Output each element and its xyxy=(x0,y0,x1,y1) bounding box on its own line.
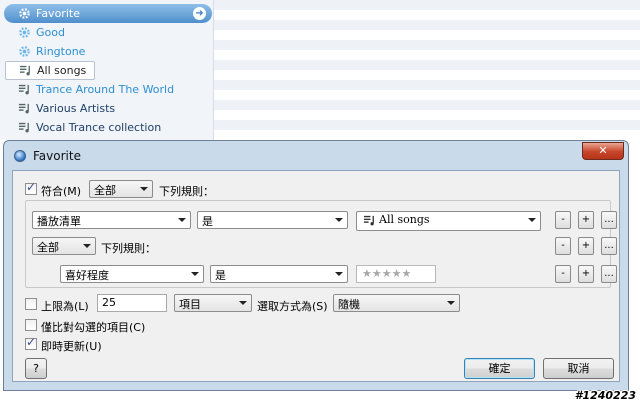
arrow-right-icon[interactable]: ➜ xyxy=(193,7,206,20)
rule2-nest-button[interactable]: ... xyxy=(601,265,617,283)
chevron-down-icon xyxy=(83,244,91,248)
rule1-nest-button[interactable]: ... xyxy=(601,211,617,229)
rule2-operator-combo[interactable]: 是 xyxy=(210,265,348,283)
sidebar: Favorite ➜ Good Ringtone All songs Tranc… xyxy=(0,0,214,140)
sidebar-item-all-songs[interactable]: All songs xyxy=(5,61,95,80)
rule2-remove-button[interactable]: - xyxy=(555,265,571,283)
playlist-icon xyxy=(17,121,31,135)
rule1-value: All songs xyxy=(379,213,430,226)
sidebar-item-good[interactable]: Good xyxy=(0,23,212,42)
match-suffix: 下列規則： xyxy=(159,185,214,198)
match-combo[interactable]: 全部 xyxy=(89,180,153,198)
match-combo-value: 全部 xyxy=(94,184,116,197)
chevron-down-icon xyxy=(335,272,343,276)
rule2-operator-value: 是 xyxy=(215,269,226,282)
select-by-combo[interactable]: 隨機 xyxy=(333,294,460,312)
live-update-checkbox[interactable] xyxy=(25,335,37,350)
rule2-add-button[interactable]: + xyxy=(578,265,594,283)
rule2-field-value: 喜好程度 xyxy=(65,269,109,282)
ok-button[interactable]: 確定 xyxy=(464,358,535,379)
close-button[interactable]: ✕ xyxy=(582,142,624,160)
sidebar-item-ringtone[interactable]: Ringtone xyxy=(0,42,212,61)
match-checkbox[interactable] xyxy=(25,180,37,195)
rule1-operator-combo[interactable]: 是 xyxy=(197,211,348,229)
rating-stars[interactable]: ★★★★★ xyxy=(356,265,436,283)
limit-unit-value: 項目 xyxy=(179,298,201,311)
playlist-icon xyxy=(17,102,31,116)
sidebar-item-label: Ringtone xyxy=(36,45,86,58)
rule1-value-combo[interactable]: All songs xyxy=(356,211,541,231)
dialog-titlebar[interactable]: Favorite ✕ xyxy=(4,141,628,170)
select-by-label: 選取方式為(S) xyxy=(257,300,328,313)
sidebar-item-label: Good xyxy=(36,26,65,39)
group-remove-button[interactable]: - xyxy=(555,237,571,255)
group-nest-button[interactable]: ... xyxy=(601,237,617,255)
dialog-title: Favorite xyxy=(33,149,81,163)
cancel-button[interactable]: 取消 xyxy=(543,358,614,379)
rule2-field-combo[interactable]: 喜好程度 xyxy=(60,265,204,283)
sidebar-item-label: Trance Around The World xyxy=(36,83,175,96)
live-update-label: 即時更新(U) xyxy=(41,340,102,353)
playlist-icon xyxy=(18,64,32,78)
rule1-add-button[interactable]: + xyxy=(578,211,594,229)
limit-unit-combo[interactable]: 項目 xyxy=(174,294,252,312)
chevron-down-icon xyxy=(239,301,247,305)
chevron-down-icon xyxy=(335,218,343,222)
playlist-icon xyxy=(17,83,31,97)
sidebar-item-trance-around-the-world[interactable]: Trance Around The World xyxy=(0,80,212,99)
itunes-icon xyxy=(14,150,26,162)
sidebar-item-various-artists[interactable]: Various Artists xyxy=(0,99,212,118)
chevron-down-icon xyxy=(528,218,536,222)
help-button[interactable]: ? xyxy=(25,358,47,379)
sidebar-item-label: Favorite xyxy=(36,7,80,20)
sidebar-item-vocal-trance-collection[interactable]: Vocal Trance collection xyxy=(0,118,212,137)
gear-icon xyxy=(17,26,31,40)
select-by-value: 隨機 xyxy=(338,298,360,311)
playlist-icon xyxy=(363,214,376,230)
checked-only-label: 僅比對勾選的項目(C) xyxy=(41,321,146,334)
song-list-background xyxy=(214,0,640,140)
limit-label: 上限為(L) xyxy=(41,300,89,313)
rule1-field-combo[interactable]: 播放清單 xyxy=(32,211,191,229)
rule1-remove-button[interactable]: - xyxy=(555,211,571,229)
checked-only-checkbox[interactable] xyxy=(25,319,37,331)
chevron-down-icon xyxy=(140,187,148,191)
group-add-button[interactable]: + xyxy=(578,237,594,255)
match-label: 符合(M) xyxy=(41,185,82,198)
sidebar-item-label: Vocal Trance collection xyxy=(36,121,162,134)
chevron-down-icon xyxy=(447,301,455,305)
group-suffix: 下列規則： xyxy=(101,242,156,255)
sidebar-item-favorite[interactable]: Favorite ➜ xyxy=(4,4,212,23)
gear-icon xyxy=(17,45,31,59)
rule1-operator-value: 是 xyxy=(202,215,213,228)
chevron-down-icon xyxy=(178,218,186,222)
sidebar-item-label: Various Artists xyxy=(36,102,116,115)
smart-playlist-dialog: Favorite ✕ 符合(M) 全部 下列規則： 播放清單 是 All son… xyxy=(3,140,629,391)
group-match-value: 全部 xyxy=(37,241,59,254)
group-match-combo[interactable]: 全部 xyxy=(32,237,96,255)
limit-checkbox[interactable] xyxy=(25,298,37,310)
rule1-field-value: 播放清單 xyxy=(37,215,81,228)
chevron-down-icon xyxy=(191,272,199,276)
gear-icon xyxy=(17,7,31,21)
sidebar-item-label: All songs xyxy=(37,64,87,77)
dialog-content: 符合(M) 全部 下列規則： 播放清單 是 All songs - + ... xyxy=(12,170,620,382)
rules-box: 播放清單 是 All songs - + ... 全部 下列規則： - + ..… xyxy=(25,200,617,288)
limit-count-input[interactable]: 25 xyxy=(97,294,167,312)
watermark-text: #1240223 xyxy=(574,389,636,402)
